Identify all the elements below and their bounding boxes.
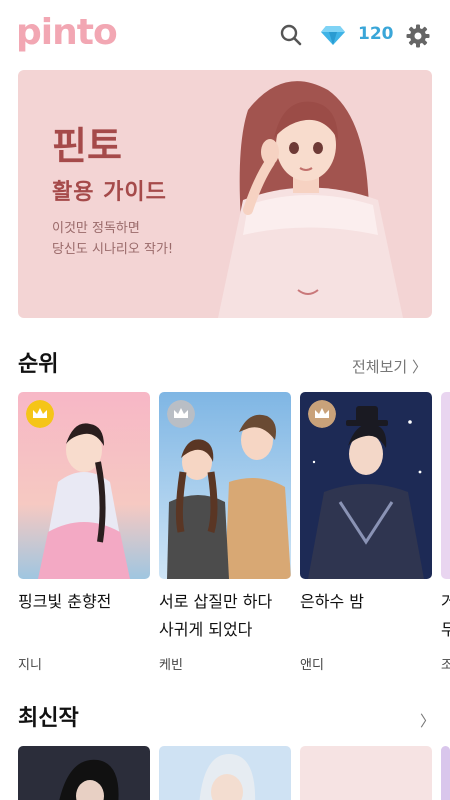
card-author: 케빈: [159, 658, 183, 673]
banner-text-line1: 이것만 정독하면: [52, 221, 140, 236]
latest-card-cover[interactable]: [18, 746, 150, 800]
partial-card-title-line2[interactable]: 두: [441, 616, 450, 640]
pinto-logo[interactable]: pinto: [16, 12, 118, 53]
banner-character-illustration: [218, 81, 403, 318]
ranking-card[interactable]: 핑크빛 춘향전 지니: [18, 392, 150, 673]
app-header: pinto 120: [0, 0, 450, 70]
latest-card-cover[interactable]: [159, 746, 291, 800]
diamond-icon[interactable]: [320, 24, 346, 46]
gold-crown-badge-icon: [26, 400, 54, 428]
banner-title: 핀토: [52, 124, 122, 168]
ranking-card[interactable]: 서로 삽질만 하다 사귀게 되었다 케빈: [159, 392, 291, 673]
gear-icon[interactable]: [406, 24, 430, 48]
latest-cover-illustration-1: [59, 759, 119, 800]
ranking-view-all-link[interactable]: 전체보기 〉: [352, 356, 427, 377]
card-title[interactable]: 서로 삽질만 하다 사귀게 되었다: [159, 588, 299, 644]
card-author: 앤디: [300, 658, 324, 673]
ranking-card[interactable]: 은하수 밤 앤디: [300, 392, 432, 673]
banner-text-line2: 당신도 시나리오 작가!: [52, 242, 174, 257]
gem-count[interactable]: 120: [358, 24, 394, 44]
card-title[interactable]: 은하수 밤: [300, 588, 440, 616]
latest-section-title: 최신작: [18, 706, 79, 731]
ranking-card-partial[interactable]: [441, 392, 450, 579]
partial-card-author: 조: [441, 658, 450, 673]
card-author: 지니: [18, 658, 42, 673]
latest-card-cover[interactable]: [300, 746, 432, 800]
ranking-section-title: 순위: [18, 352, 59, 377]
latest-view-all-link[interactable]: 〉: [420, 710, 435, 731]
banner-subtitle: 활용 가이드: [52, 180, 167, 205]
guide-banner[interactable]: 핀토 활용 가이드 이것만 정독하면 당신도 시나리오 작가!: [18, 70, 432, 318]
card-title[interactable]: 핑크빛 춘향전: [18, 588, 158, 616]
card-cover-image[interactable]: [300, 392, 432, 579]
latest-cover-illustration-2: [199, 754, 256, 800]
bronze-crown-badge-icon: [308, 400, 336, 428]
partial-card-title-line1[interactable]: 거: [441, 588, 450, 612]
card-cover-image[interactable]: [18, 392, 150, 579]
search-icon[interactable]: [280, 24, 302, 46]
latest-card-cover-partial[interactable]: [441, 746, 450, 800]
card-cover-image[interactable]: [159, 392, 291, 579]
silver-crown-badge-icon: [167, 400, 195, 428]
